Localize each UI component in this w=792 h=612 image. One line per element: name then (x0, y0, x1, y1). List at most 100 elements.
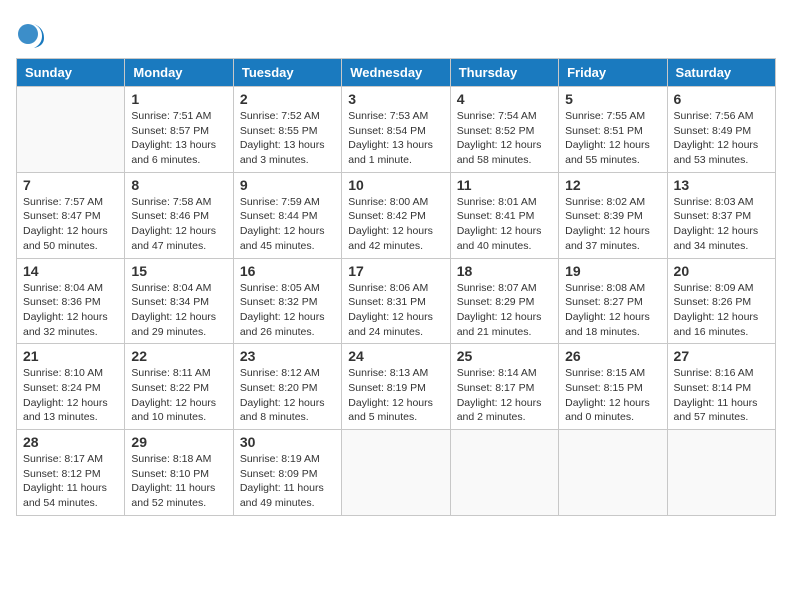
calendar-week-row: 1 Sunrise: 7:51 AM Sunset: 8:57 PM Daylig… (17, 87, 776, 173)
cell-text: Sunrise: 7:53 AM Sunset: 8:54 PM Dayligh… (348, 109, 443, 168)
day-number: 11 (457, 177, 552, 193)
calendar-cell: 19 Sunrise: 8:08 AM Sunset: 8:27 PM Dayli… (559, 258, 667, 344)
page-header (16, 16, 776, 52)
calendar-cell: 18 Sunrise: 8:07 AM Sunset: 8:29 PM Dayli… (450, 258, 558, 344)
cell-text: Sunrise: 8:14 AM Sunset: 8:17 PM Dayligh… (457, 366, 552, 425)
day-number: 6 (674, 91, 769, 107)
calendar-cell: 1 Sunrise: 7:51 AM Sunset: 8:57 PM Daylig… (125, 87, 233, 173)
calendar-cell: 9 Sunrise: 7:59 AM Sunset: 8:44 PM Daylig… (233, 172, 341, 258)
day-number: 10 (348, 177, 443, 193)
cell-text: Sunrise: 8:10 AM Sunset: 8:24 PM Dayligh… (23, 366, 118, 425)
day-number: 30 (240, 434, 335, 450)
calendar-cell: 2 Sunrise: 7:52 AM Sunset: 8:55 PM Daylig… (233, 87, 341, 173)
calendar-week-row: 21 Sunrise: 8:10 AM Sunset: 8:24 PM Dayli… (17, 344, 776, 430)
cell-text: Sunrise: 7:59 AM Sunset: 8:44 PM Dayligh… (240, 195, 335, 254)
calendar-cell: 29 Sunrise: 8:18 AM Sunset: 8:10 PM Dayli… (125, 430, 233, 516)
weekday-header-sunday: Sunday (17, 59, 125, 87)
calendar-cell: 17 Sunrise: 8:06 AM Sunset: 8:31 PM Dayli… (342, 258, 450, 344)
weekday-header-saturday: Saturday (667, 59, 775, 87)
cell-text: Sunrise: 8:11 AM Sunset: 8:22 PM Dayligh… (131, 366, 226, 425)
cell-text: Sunrise: 8:15 AM Sunset: 8:15 PM Dayligh… (565, 366, 660, 425)
day-number: 21 (23, 348, 118, 364)
calendar-cell: 5 Sunrise: 7:55 AM Sunset: 8:51 PM Daylig… (559, 87, 667, 173)
day-number: 28 (23, 434, 118, 450)
day-number: 19 (565, 263, 660, 279)
day-number: 14 (23, 263, 118, 279)
calendar-table: SundayMondayTuesdayWednesdayThursdayFrid… (16, 58, 776, 516)
calendar-cell: 12Sunrise: 8:02 AM Sunset: 8:39 PM Dayli… (559, 172, 667, 258)
day-number: 5 (565, 91, 660, 107)
weekday-header-thursday: Thursday (450, 59, 558, 87)
day-number: 25 (457, 348, 552, 364)
day-number: 16 (240, 263, 335, 279)
cell-text: Sunrise: 7:54 AM Sunset: 8:52 PM Dayligh… (457, 109, 552, 168)
day-number: 23 (240, 348, 335, 364)
calendar-cell: 6 Sunrise: 7:56 AM Sunset: 8:49 PM Daylig… (667, 87, 775, 173)
cell-text: Sunrise: 8:19 AM Sunset: 8:09 PM Dayligh… (240, 452, 335, 511)
cell-text: Sunrise: 8:18 AM Sunset: 8:10 PM Dayligh… (131, 452, 226, 511)
cell-text: Sunrise: 8:16 AM Sunset: 8:14 PM Dayligh… (674, 366, 769, 425)
day-number: 15 (131, 263, 226, 279)
calendar-cell (342, 430, 450, 516)
calendar-cell (450, 430, 558, 516)
cell-text: Sunrise: 7:52 AM Sunset: 8:55 PM Dayligh… (240, 109, 335, 168)
cell-text: Sunrise: 8:08 AM Sunset: 8:27 PM Dayligh… (565, 281, 660, 340)
calendar-cell (17, 87, 125, 173)
calendar-cell: 24Sunrise: 8:13 AM Sunset: 8:19 PM Dayli… (342, 344, 450, 430)
cell-text: Sunrise: 8:12 AM Sunset: 8:20 PM Dayligh… (240, 366, 335, 425)
calendar-cell: 16 Sunrise: 8:05 AM Sunset: 8:32 PM Dayli… (233, 258, 341, 344)
calendar-cell: 30 Sunrise: 8:19 AM Sunset: 8:09 PM Dayli… (233, 430, 341, 516)
weekday-header-row: SundayMondayTuesdayWednesdayThursdayFrid… (17, 59, 776, 87)
cell-text: Sunrise: 8:06 AM Sunset: 8:31 PM Dayligh… (348, 281, 443, 340)
calendar-cell: 22 Sunrise: 8:11 AM Sunset: 8:22 PM Dayli… (125, 344, 233, 430)
calendar-cell: 26Sunrise: 8:15 AM Sunset: 8:15 PM Dayli… (559, 344, 667, 430)
cell-text: Sunrise: 7:51 AM Sunset: 8:57 PM Dayligh… (131, 109, 226, 168)
day-number: 20 (674, 263, 769, 279)
day-number: 2 (240, 91, 335, 107)
logo-icon (16, 16, 52, 52)
calendar-cell: 13 Sunrise: 8:03 AM Sunset: 8:37 PM Dayli… (667, 172, 775, 258)
calendar-cell: 15 Sunrise: 8:04 AM Sunset: 8:34 PM Dayli… (125, 258, 233, 344)
calendar-cell: 8Sunrise: 7:58 AM Sunset: 8:46 PM Daylig… (125, 172, 233, 258)
calendar-week-row: 7 Sunrise: 7:57 AM Sunset: 8:47 PM Daylig… (17, 172, 776, 258)
calendar-cell: 28 Sunrise: 8:17 AM Sunset: 8:12 PM Dayli… (17, 430, 125, 516)
day-number: 18 (457, 263, 552, 279)
calendar-week-row: 28 Sunrise: 8:17 AM Sunset: 8:12 PM Dayli… (17, 430, 776, 516)
calendar-cell: 23 Sunrise: 8:12 AM Sunset: 8:20 PM Dayli… (233, 344, 341, 430)
cell-text: Sunrise: 7:57 AM Sunset: 8:47 PM Dayligh… (23, 195, 118, 254)
weekday-header-tuesday: Tuesday (233, 59, 341, 87)
day-number: 3 (348, 91, 443, 107)
calendar-cell: 4 Sunrise: 7:54 AM Sunset: 8:52 PM Daylig… (450, 87, 558, 173)
calendar-cell: 20Sunrise: 8:09 AM Sunset: 8:26 PM Dayli… (667, 258, 775, 344)
calendar-cell (667, 430, 775, 516)
cell-text: Sunrise: 8:01 AM Sunset: 8:41 PM Dayligh… (457, 195, 552, 254)
cell-text: Sunrise: 8:13 AM Sunset: 8:19 PM Dayligh… (348, 366, 443, 425)
cell-text: Sunrise: 8:05 AM Sunset: 8:32 PM Dayligh… (240, 281, 335, 340)
cell-text: Sunrise: 8:04 AM Sunset: 8:36 PM Dayligh… (23, 281, 118, 340)
day-number: 9 (240, 177, 335, 193)
cell-text: Sunrise: 8:03 AM Sunset: 8:37 PM Dayligh… (674, 195, 769, 254)
cell-text: Sunrise: 8:07 AM Sunset: 8:29 PM Dayligh… (457, 281, 552, 340)
weekday-header-friday: Friday (559, 59, 667, 87)
weekday-header-wednesday: Wednesday (342, 59, 450, 87)
calendar-cell: 14 Sunrise: 8:04 AM Sunset: 8:36 PM Dayli… (17, 258, 125, 344)
day-number: 22 (131, 348, 226, 364)
day-number: 8 (131, 177, 226, 193)
day-number: 13 (674, 177, 769, 193)
calendar-cell: 11 Sunrise: 8:01 AM Sunset: 8:41 PM Dayli… (450, 172, 558, 258)
day-number: 17 (348, 263, 443, 279)
logo (16, 16, 56, 52)
cell-text: Sunrise: 8:04 AM Sunset: 8:34 PM Dayligh… (131, 281, 226, 340)
day-number: 7 (23, 177, 118, 193)
cell-text: Sunrise: 8:17 AM Sunset: 8:12 PM Dayligh… (23, 452, 118, 511)
cell-text: Sunrise: 7:56 AM Sunset: 8:49 PM Dayligh… (674, 109, 769, 168)
cell-text: Sunrise: 7:55 AM Sunset: 8:51 PM Dayligh… (565, 109, 660, 168)
cell-text: Sunrise: 8:00 AM Sunset: 8:42 PM Dayligh… (348, 195, 443, 254)
calendar-cell: 25 Sunrise: 8:14 AM Sunset: 8:17 PM Dayli… (450, 344, 558, 430)
calendar-cell: 27Sunrise: 8:16 AM Sunset: 8:14 PM Dayli… (667, 344, 775, 430)
day-number: 29 (131, 434, 226, 450)
calendar-cell: 3 Sunrise: 7:53 AM Sunset: 8:54 PM Daylig… (342, 87, 450, 173)
day-number: 1 (131, 91, 226, 107)
calendar-cell (559, 430, 667, 516)
day-number: 4 (457, 91, 552, 107)
